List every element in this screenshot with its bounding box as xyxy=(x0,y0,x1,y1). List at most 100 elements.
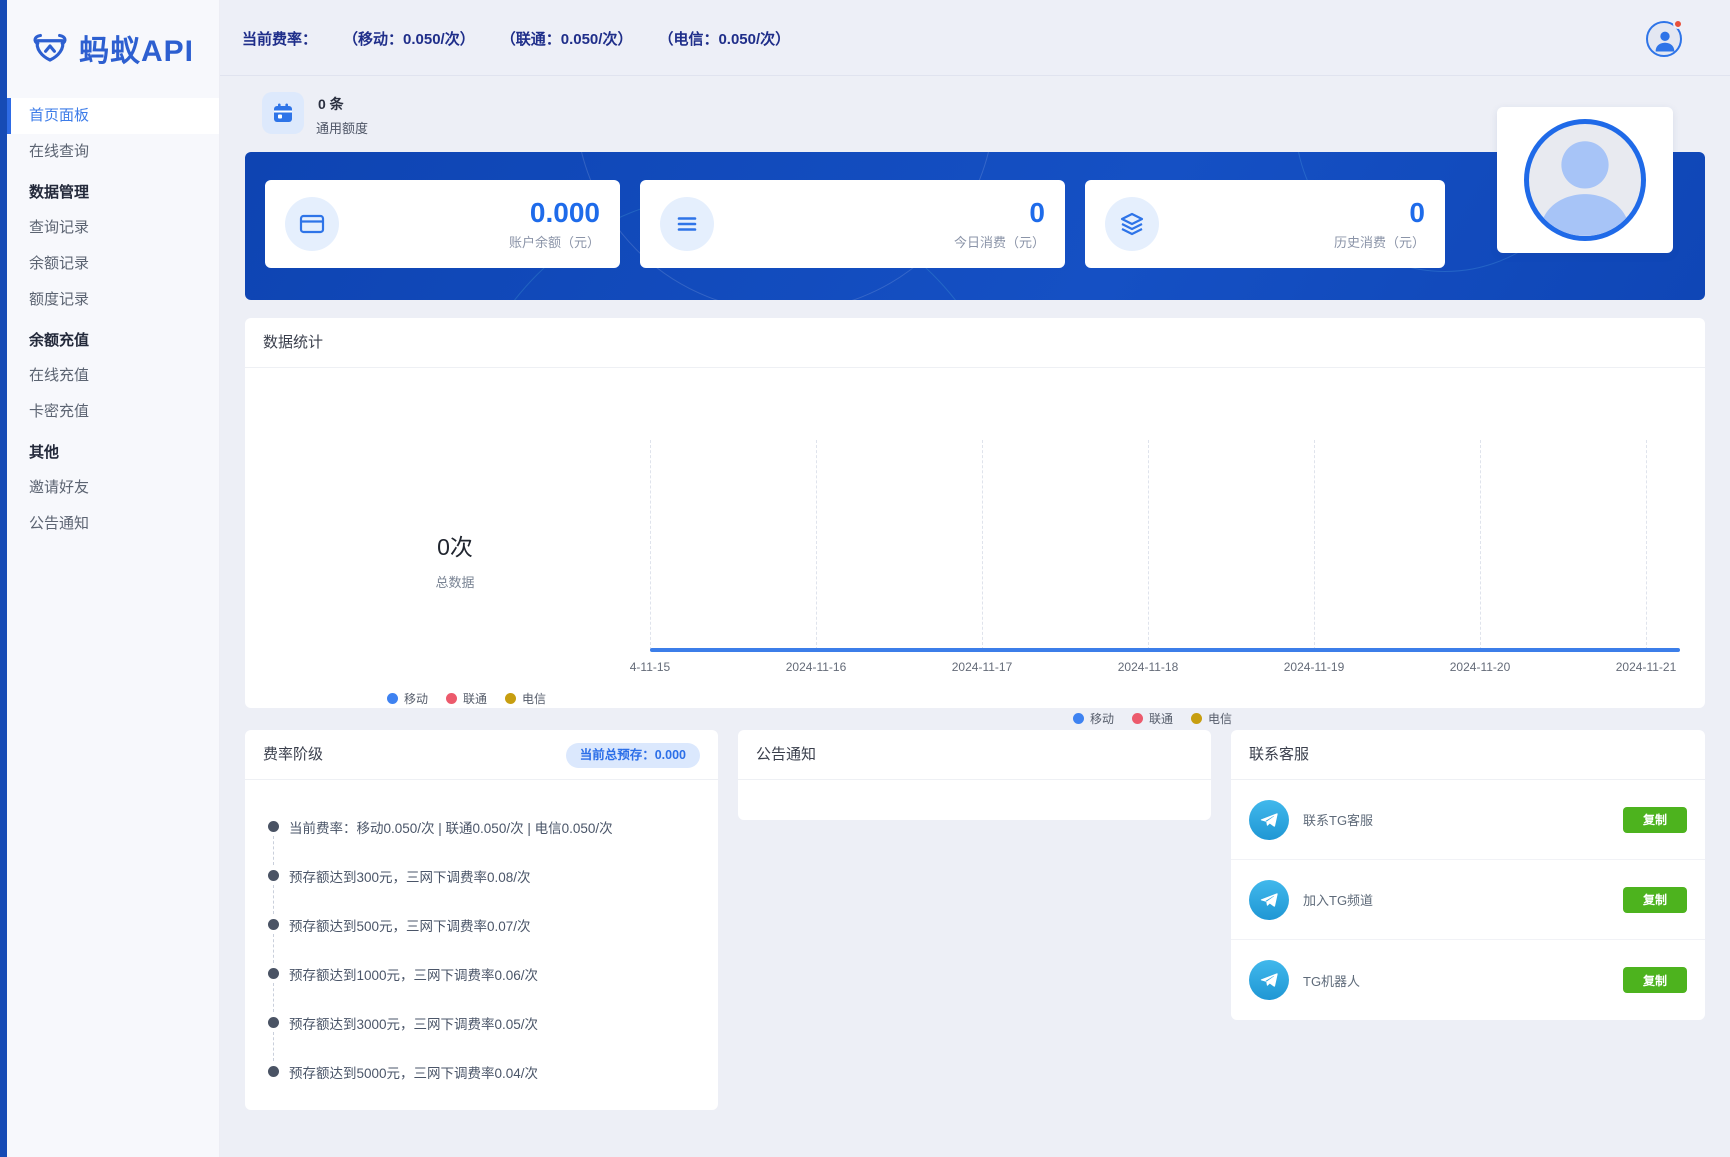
legend-item-unicom[interactable]: 联通 xyxy=(446,690,487,707)
calendar-icon xyxy=(262,92,304,134)
contact-support-panel: 联系客服 联系TG客服 复制 加入TG频道 复制 TG机器人 复制 xyxy=(1231,730,1705,1020)
stat-card-history: 0 历史消费（元） xyxy=(1085,180,1445,268)
sidebar-item-notice[interactable]: 公告通知 xyxy=(7,506,219,542)
legend-label: 电信 xyxy=(1208,710,1232,727)
current-rates: 当前费率： （移动：0.050/次） （联通：0.050/次） （电信：0.05… xyxy=(242,0,790,76)
layers-icon xyxy=(1105,197,1159,251)
tier-item: 预存额达到5000元，三网下调费率0.04/次 xyxy=(245,1047,718,1096)
support-label-tg-channel: 加入TG频道 xyxy=(1303,890,1623,909)
timeline-dot xyxy=(268,1017,279,1028)
chart-total-value: 0次 xyxy=(375,528,535,562)
telegram-icon xyxy=(1249,880,1289,920)
history-consume-value: 0 xyxy=(1334,198,1425,228)
list-icon xyxy=(660,197,714,251)
balance-value: 0.000 xyxy=(509,198,600,228)
tier-text: 当前费率：移动0.050/次 | 联通0.050/次 | 电信0.050/次 xyxy=(289,817,613,837)
chart-gridline xyxy=(982,440,983,650)
brand-name: 蚂蚁API xyxy=(79,26,194,70)
legend-label: 移动 xyxy=(404,690,428,707)
rate-telecom: （电信：0.050/次） xyxy=(658,28,790,49)
sidebar-item-card-recharge[interactable]: 卡密充值 xyxy=(7,394,219,430)
chart-total-label: 总数据 xyxy=(375,572,535,591)
sidebar-item-home[interactable]: 首页面板 xyxy=(7,98,219,134)
user-avatar-button[interactable] xyxy=(1646,21,1682,57)
person-silhouette-icon xyxy=(1531,132,1639,236)
tier-item: 预存额达到300元，三网下调费率0.08/次 xyxy=(245,851,718,900)
sidebar-item-balance-records[interactable]: 余额记录 xyxy=(7,246,219,282)
copy-button-tg-channel[interactable]: 复制 xyxy=(1623,887,1687,913)
sidebar-item-query-records[interactable]: 查询记录 xyxy=(7,210,219,246)
notice-title: 公告通知 xyxy=(738,730,1211,780)
legend-label: 移动 xyxy=(1090,710,1114,727)
sidebar: 蚂蚁API 首页面板 在线查询 数据管理 查询记录 余额记录 额度记录 余额充值… xyxy=(7,0,220,1157)
legend-dot-mobile xyxy=(387,693,398,704)
sidebar-item-online-query[interactable]: 在线查询 xyxy=(7,134,219,170)
sidebar-item-online-recharge[interactable]: 在线充值 xyxy=(7,358,219,394)
tier-item: 当前费率：移动0.050/次 | 联通0.050/次 | 电信0.050/次 xyxy=(245,802,718,851)
person-icon xyxy=(1651,27,1679,55)
chart-area[interactable]: 0次 总数据 4-11-15 2024-11-16 2024-11-17 202… xyxy=(245,368,1705,708)
support-title: 联系客服 xyxy=(1231,730,1705,780)
quota-label: 通用额度 xyxy=(316,118,368,137)
x-tick-label: 4-11-15 xyxy=(590,660,710,674)
tier-text: 预存额达到5000元，三网下调费率0.04/次 xyxy=(289,1062,538,1082)
support-row-tg-channel: 加入TG频道 复制 xyxy=(1231,860,1705,940)
stat-card-balance: 0.000 账户余额（元） xyxy=(265,180,620,268)
legend-item-unicom[interactable]: 联通 xyxy=(1132,710,1173,727)
x-tick-label: 2024-11-18 xyxy=(1088,660,1208,674)
stat-card-today: 0 今日消费（元） xyxy=(640,180,1065,268)
sidebar-section-other: 其他 xyxy=(7,430,219,470)
profile-avatar-card xyxy=(1497,107,1673,253)
data-statistics-panel: 数据统计 0次 总数据 4-11-15 2024-11-16 2024-11-1… xyxy=(245,318,1705,708)
timeline-dot xyxy=(268,968,279,979)
copy-button-tg-bot[interactable]: 复制 xyxy=(1623,967,1687,993)
timeline-dot xyxy=(268,821,279,832)
notification-dot xyxy=(1673,19,1683,29)
x-axis-line xyxy=(650,648,1680,652)
tier-item: 预存额达到3000元，三网下调费率0.05/次 xyxy=(245,998,718,1047)
telegram-icon xyxy=(1249,800,1289,840)
support-row-tg-bot: TG机器人 复制 xyxy=(1231,940,1705,1020)
copy-button-tg-service[interactable]: 复制 xyxy=(1623,807,1687,833)
sidebar-item-quota-records[interactable]: 额度记录 xyxy=(7,282,219,318)
support-row-tg-service: 联系TG客服 复制 xyxy=(1231,780,1705,860)
timeline-dot xyxy=(268,919,279,930)
sidebar-item-invite[interactable]: 邀请好友 xyxy=(7,470,219,506)
quota-count: 0 条 xyxy=(318,94,368,114)
legend-item-mobile[interactable]: 移动 xyxy=(1073,710,1114,727)
chart-gridline xyxy=(1314,440,1315,650)
legend-dot-telecom xyxy=(1191,713,1202,724)
x-tick-label: 2024-11-17 xyxy=(922,660,1042,674)
sidebar-section-recharge: 余额充值 xyxy=(7,318,219,358)
support-label-tg-bot: TG机器人 xyxy=(1303,971,1623,990)
balance-label: 账户余额（元） xyxy=(509,232,600,251)
chart-legend-left: 移动 联通 电信 xyxy=(387,690,546,707)
rate-mobile: （移动：0.050/次） xyxy=(343,28,475,49)
chart-gridline xyxy=(1646,440,1647,650)
chart-gridline xyxy=(1148,440,1149,650)
legend-item-telecom[interactable]: 电信 xyxy=(505,690,546,707)
legend-label: 联通 xyxy=(1149,710,1173,727)
chart-panel-title: 数据统计 xyxy=(245,318,1705,368)
rates-label: 当前费率： xyxy=(242,28,317,49)
brand-logo[interactable]: 蚂蚁API xyxy=(7,0,219,94)
legend-item-telecom[interactable]: 电信 xyxy=(1191,710,1232,727)
legend-label: 联通 xyxy=(463,690,487,707)
legend-item-mobile[interactable]: 移动 xyxy=(387,690,428,707)
tier-text: 预存额达到3000元，三网下调费率0.05/次 xyxy=(289,1013,538,1033)
chart-gridline xyxy=(1480,440,1481,650)
rate-tiers-title: 费率阶级 xyxy=(263,746,323,763)
legend-dot-mobile xyxy=(1073,713,1084,724)
timeline-dot xyxy=(268,1066,279,1077)
general-quota-widget: 0 条 通用额度 xyxy=(262,92,368,137)
rate-unicom: （联通：0.050/次） xyxy=(501,28,633,49)
sidebar-section-data: 数据管理 xyxy=(7,170,219,210)
tier-text: 预存额达到300元，三网下调费率0.08/次 xyxy=(289,866,531,886)
support-label-tg-service: 联系TG客服 xyxy=(1303,810,1623,829)
tier-item: 预存额达到1000元，三网下调费率0.06/次 xyxy=(245,949,718,998)
sidebar-menu: 首页面板 在线查询 数据管理 查询记录 余额记录 额度记录 余额充值 在线充值 … xyxy=(7,98,219,542)
chart-gridline xyxy=(650,440,651,650)
x-tick-label: 2024-11-21 xyxy=(1586,660,1706,674)
legend-label: 电信 xyxy=(522,690,546,707)
total-prestore-badge: 当前总预存：0.000 xyxy=(566,743,700,768)
